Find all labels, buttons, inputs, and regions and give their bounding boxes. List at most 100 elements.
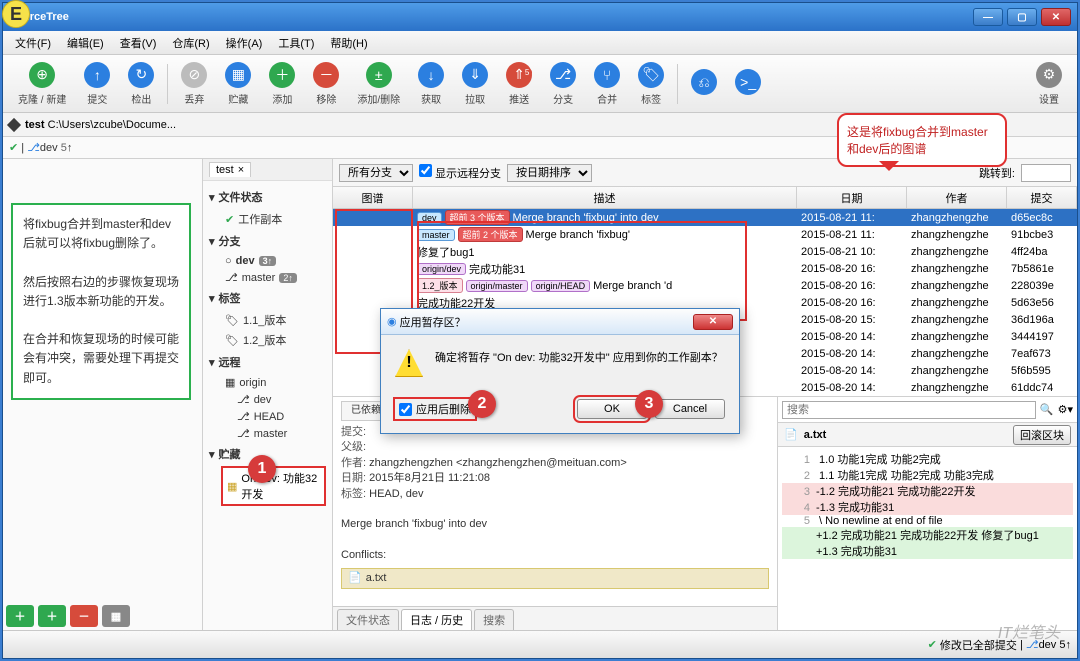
tree-branches[interactable]: ▾ 分支 <box>209 229 326 253</box>
tree-origin-master[interactable]: ⎇master <box>209 425 326 442</box>
toolbar-标签[interactable]: 🏷标签 <box>629 62 673 106</box>
status-ok-icon: ✔ <box>9 141 18 154</box>
toolbar-[interactable]: ⎌ <box>682 69 726 98</box>
toolbar-拉取[interactable]: ⇓拉取 <box>453 62 497 106</box>
menu-item[interactable]: 仓库(R) <box>164 35 217 51</box>
col-graph[interactable]: 图谱 <box>333 187 413 208</box>
cancel-button[interactable]: Cancel <box>655 399 725 419</box>
file-icon: 📄 <box>348 571 362 586</box>
toolbar-合并[interactable]: ⑂合并 <box>585 62 629 106</box>
col-date[interactable]: 日期 <box>797 187 907 208</box>
commit-row[interactable]: 修复了bug12015-08-21 10:zhangzhengzhe4ff24b… <box>333 243 1077 260</box>
current-branch: dev <box>40 142 58 154</box>
jump-input[interactable] <box>1021 164 1071 182</box>
toolbar-贮藏[interactable]: ▦贮藏 <box>216 62 260 106</box>
toolbar-分支[interactable]: ⎇分支 <box>541 62 585 106</box>
tree-branch-master[interactable]: ⎇master 2↑ <box>209 269 326 286</box>
tree-tags[interactable]: ▾ 标签 <box>209 286 326 310</box>
commit-row[interactable]: master超前 2 个版本 Merge branch 'fixbug'2015… <box>333 226 1077 243</box>
menu-item[interactable]: 文件(F) <box>7 35 59 51</box>
dialog-titlebar[interactable]: ◉ 应用暂存区？ ✕ <box>381 309 739 335</box>
show-remote-checkbox[interactable]: 显示远程分支 <box>419 164 501 181</box>
tree-tag-12[interactable]: 🏷1.2_版本 <box>209 330 326 350</box>
toolbar-移除[interactable]: －移除 <box>304 62 348 106</box>
menu-item[interactable]: 操作(A) <box>218 35 271 51</box>
minimize-button[interactable]: — <box>973 8 1003 26</box>
branch-icon: ⎇ <box>27 141 40 154</box>
tree-origin-dev[interactable]: ⎇dev <box>209 391 326 408</box>
tree-workcopy[interactable]: ✔工作副本 <box>209 209 326 229</box>
warning-icon <box>395 349 423 377</box>
toolbar-丢弃[interactable]: ⊘丢弃 <box>172 62 216 106</box>
titlebar[interactable]: SourceTree — ▢ ✕ <box>3 3 1077 31</box>
footer-tab[interactable]: 日志 / 历史 <box>401 609 472 630</box>
branch-icon: ⎇ <box>237 393 250 406</box>
toolbar-推送[interactable]: ⇑5推送 <box>497 62 541 106</box>
tree-branch-dev[interactable]: ○dev 3↑ <box>209 253 326 269</box>
watermark: IT烂笔头 <box>998 619 1060 643</box>
sort-select[interactable]: 按日期排序 <box>507 164 592 182</box>
tree-tag-11[interactable]: 🏷1.1_版本 <box>209 310 326 330</box>
footer-tab[interactable]: 文件状态 <box>337 609 399 630</box>
sidebar: test× ▾ 文件状态 ✔工作副本 ▾ 分支 ○dev 3↑ ⎇master … <box>203 159 333 630</box>
window-title: SourceTree <box>9 11 969 23</box>
toolbar-提交[interactable]: ↑提交 <box>75 62 119 106</box>
footer-tabs: 文件状态日志 / 历史搜索 <box>333 606 777 630</box>
toolbar-设置[interactable]: ⚙设置 <box>1027 62 1071 106</box>
revert-hunk-button[interactable]: 回滚区块 <box>1013 425 1071 445</box>
tree-origin[interactable]: ▦origin <box>209 374 326 391</box>
annotation-note: 将fixbug合并到master和dev后就可以将fixbug删除了。然后按照右… <box>11 203 191 400</box>
left-annotation-pane: 将fixbug合并到master和dev后就可以将fixbug删除了。然后按照右… <box>3 159 203 630</box>
tree-origin-head[interactable]: ⎇HEAD <box>209 408 326 425</box>
branch-icon: ⎇ <box>237 410 250 423</box>
menu-item[interactable]: 查看(V) <box>112 35 165 51</box>
commit-table-header: 图谱 描述 日期 作者 提交 <box>333 187 1077 209</box>
toolbar-克隆 / 新建[interactable]: ⊕克隆 / 新建 <box>9 62 75 106</box>
commit-labels: HEAD, dev <box>369 488 423 500</box>
dialog-title: 应用暂存区？ <box>400 314 466 330</box>
toolbar-添加/删除[interactable]: ±添加/删除 <box>348 62 409 106</box>
repo-tab-test[interactable]: test× <box>209 162 251 177</box>
add-repo-button[interactable]: ＋ <box>6 605 34 627</box>
annotation-number-1: 1 <box>248 455 276 483</box>
search-icon[interactable]: 🔍 <box>1040 403 1054 416</box>
annotation-callout: 这是将fixbug合并到master和dev后的图谱 <box>837 113 1007 167</box>
diff-filename: a.txt <box>804 429 827 441</box>
gear-icon[interactable]: ⚙▾ <box>1058 403 1073 416</box>
close-tab-icon[interactable]: × <box>238 164 244 176</box>
add-repo-button-2[interactable]: ＋ <box>38 605 66 627</box>
menu-item[interactable]: 工具(T) <box>270 35 322 51</box>
toolbar-添加[interactable]: ＋添加 <box>260 62 304 106</box>
diff-pane: 🔍 ⚙▾ 📄 a.txt 回滚区块 1 1.0 功能1完成 功能2完成2 1.1… <box>777 396 1077 630</box>
conflict-file[interactable]: 📄a.txt <box>341 568 769 589</box>
dialog-close-button[interactable]: ✕ <box>693 314 733 330</box>
commit-author: zhangzhengzhen <zhangzhengzhen@meituan.c… <box>369 457 627 469</box>
branch-filter-select[interactable]: 所有分支 <box>339 164 413 182</box>
footer-tab[interactable]: 搜索 <box>474 609 514 630</box>
commit-row[interactable]: 1.2_版本origin/masterorigin/HEAD Merge bra… <box>333 277 1077 294</box>
tree-remote[interactable]: ▾ 远程 <box>209 350 326 374</box>
stash-icon: ▦ <box>227 480 237 493</box>
tree-filestate[interactable]: ▾ 文件状态 <box>209 185 326 209</box>
toolbar-获取[interactable]: ↓获取 <box>409 62 453 106</box>
maximize-button[interactable]: ▢ <box>1007 8 1037 26</box>
diff-content: 1 1.0 功能1完成 功能2完成2 1.1 功能1完成 功能2完成 功能3完成… <box>778 447 1077 630</box>
menu-item[interactable]: 帮助(H) <box>322 35 375 51</box>
col-commit[interactable]: 提交 <box>1007 187 1077 208</box>
delete-after-apply-checkbox[interactable]: 应用后删除 <box>395 399 475 419</box>
folder-button[interactable]: ▦ <box>102 605 130 627</box>
tag-icon: 🏷 <box>225 314 239 327</box>
search-input[interactable] <box>782 401 1036 419</box>
menu-item[interactable]: 编辑(E) <box>59 35 112 51</box>
remove-repo-button[interactable]: － <box>70 605 98 627</box>
repo-tabs: test× <box>203 159 332 181</box>
col-author[interactable]: 作者 <box>907 187 1007 208</box>
commit-row[interactable]: dev超前 3 个版本 Merge branch 'fixbug' into d… <box>333 209 1077 226</box>
toolbar-[interactable]: >_ <box>726 69 770 98</box>
col-desc[interactable]: 描述 <box>413 187 797 208</box>
commit-row[interactable]: origin/dev 完成功能312015-08-20 16:zhangzhen… <box>333 260 1077 277</box>
close-button[interactable]: ✕ <box>1041 8 1071 26</box>
file-icon: 📄 <box>784 428 798 441</box>
annotation-number-3: 3 <box>635 390 663 418</box>
toolbar-检出[interactable]: ↻检出 <box>119 62 163 106</box>
